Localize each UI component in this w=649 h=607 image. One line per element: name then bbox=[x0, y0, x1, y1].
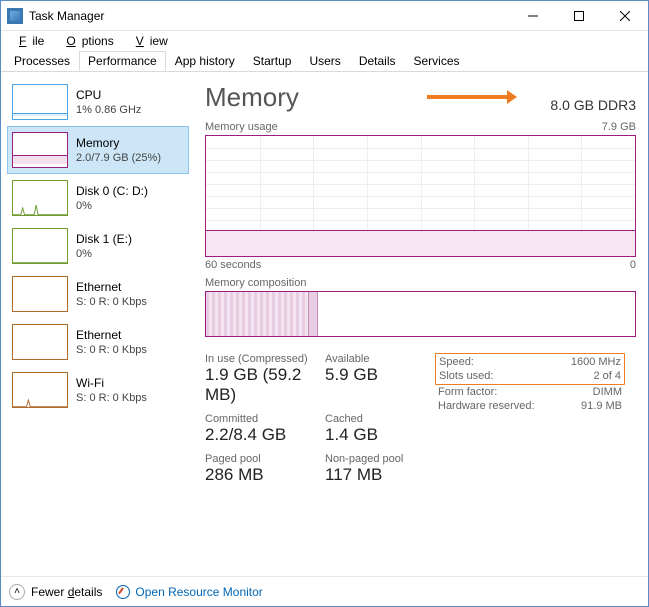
stat-nonpaged-value: 117 MB bbox=[325, 465, 425, 485]
stat-paged-label: Paged pool bbox=[205, 453, 325, 465]
detail-speed-label: Speed: bbox=[439, 356, 474, 368]
sidebar-item-label: Memory bbox=[76, 136, 161, 150]
sidebar-item-label: Disk 1 (E:) bbox=[76, 232, 132, 246]
minimize-button[interactable] bbox=[510, 1, 556, 31]
sidebar-item-wifi[interactable]: Wi-Fi S: 0 R: 0 Kbps bbox=[7, 366, 189, 414]
memory-usage-chart[interactable] bbox=[205, 135, 636, 257]
tab-strip: Processes Performance App history Startu… bbox=[1, 51, 648, 72]
sidebar-item-label: Ethernet bbox=[76, 328, 147, 342]
detail-slots-label: Slots used: bbox=[439, 370, 493, 382]
sidebar-item-sub: S: 0 R: 0 Kbps bbox=[76, 392, 147, 404]
chevron-up-icon: ˄ bbox=[9, 584, 25, 600]
menu-file[interactable]: File bbox=[7, 33, 50, 49]
resource-monitor-label: Open Resource Monitor bbox=[135, 585, 262, 599]
stat-inuse-value: 1.9 GB (59.2 MB) bbox=[205, 365, 325, 405]
stats-area: In use (Compressed)1.9 GB (59.2 MB) Avai… bbox=[205, 353, 636, 493]
memory-details: Speed: 1600 MHz Slots used: 2 of 4 Form fa… bbox=[435, 353, 625, 493]
usage-chart-max: 7.9 GB bbox=[602, 121, 636, 133]
stat-committed-value: 2.2/8.4 GB bbox=[205, 425, 325, 445]
composition-label: Memory composition bbox=[205, 277, 636, 289]
sidebar-item-label: Disk 0 (C: D:) bbox=[76, 184, 148, 198]
close-button[interactable] bbox=[602, 1, 648, 31]
resource-monitor-icon bbox=[116, 585, 130, 599]
sidebar-item-label: Ethernet bbox=[76, 280, 147, 294]
stat-nonpaged-label: Non-paged pool bbox=[325, 453, 425, 465]
stat-paged-value: 286 MB bbox=[205, 465, 325, 485]
sidebar-item-disk1[interactable]: Disk 1 (E:) 0% bbox=[7, 222, 189, 270]
sidebar-item-cpu[interactable]: CPU 1% 0.86 GHz bbox=[7, 78, 189, 126]
disk-thumb-icon bbox=[12, 180, 68, 216]
tab-details[interactable]: Details bbox=[350, 51, 405, 71]
sidebar-item-sub: S: 0 R: 0 Kbps bbox=[76, 344, 147, 356]
tab-startup[interactable]: Startup bbox=[244, 51, 301, 71]
stat-available-value: 5.9 GB bbox=[325, 365, 425, 385]
page-title: Memory bbox=[205, 82, 299, 113]
tab-services[interactable]: Services bbox=[405, 51, 469, 71]
sidebar-item-label: CPU bbox=[76, 88, 141, 102]
net-thumb-icon bbox=[12, 372, 68, 408]
content-area: CPU 1% 0.86 GHz Memory 2.0/7.9 GB (25%) Di… bbox=[1, 72, 648, 576]
title-bar: Task Manager bbox=[1, 1, 648, 31]
stat-inuse-label: In use (Compressed) bbox=[205, 353, 325, 365]
sidebar-item-sub: S: 0 R: 0 Kbps bbox=[76, 296, 147, 308]
footer: ˄ Fewer details Open Resource Monitor bbox=[1, 576, 648, 606]
usage-chart-label: Memory usage bbox=[205, 121, 278, 133]
sidebar-item-sub: 2.0/7.9 GB (25%) bbox=[76, 152, 161, 164]
net-thumb-icon bbox=[12, 276, 68, 312]
sidebar-item-disk0[interactable]: Disk 0 (C: D:) 0% bbox=[7, 174, 189, 222]
stat-cached-value: 1.4 GB bbox=[325, 425, 425, 445]
cpu-thumb-icon bbox=[12, 84, 68, 120]
window-title: Task Manager bbox=[29, 9, 104, 23]
chart-time-left: 60 seconds bbox=[205, 259, 261, 271]
tab-users[interactable]: Users bbox=[300, 51, 349, 71]
sidebar-item-label: Wi-Fi bbox=[76, 376, 147, 390]
tab-app-history[interactable]: App history bbox=[166, 51, 244, 71]
chart-time-right: 0 bbox=[630, 259, 636, 271]
annotation-highlight-box: Speed: 1600 MHz Slots used: 2 of 4 bbox=[435, 353, 625, 385]
menu-options[interactable]: Options bbox=[54, 33, 119, 49]
sidebar-item-ethernet[interactable]: Ethernet S: 0 R: 0 Kbps bbox=[7, 270, 189, 318]
memory-capacity: 8.0 GB DDR3 bbox=[550, 97, 636, 113]
sidebar-item-sub: 1% 0.86 GHz bbox=[76, 104, 141, 116]
net-thumb-icon bbox=[12, 324, 68, 360]
memory-composition-chart[interactable] bbox=[205, 291, 636, 337]
detail-form-label: Form factor: bbox=[438, 386, 497, 398]
sidebar-item-sub: 0% bbox=[76, 200, 92, 212]
stat-cached-label: Cached bbox=[325, 413, 425, 425]
menu-bar: File Options View bbox=[1, 31, 648, 51]
fewer-details-button[interactable]: ˄ Fewer details bbox=[9, 584, 102, 600]
detail-reserved-value: 91.9 MB bbox=[581, 400, 622, 412]
stat-committed-label: Committed bbox=[205, 413, 325, 425]
tab-performance[interactable]: Performance bbox=[79, 51, 166, 71]
memory-thumb-icon bbox=[12, 132, 68, 168]
disk-thumb-icon bbox=[12, 228, 68, 264]
sidebar-item-memory[interactable]: Memory 2.0/7.9 GB (25%) bbox=[7, 126, 189, 174]
stat-available-label: Available bbox=[325, 353, 425, 365]
app-icon bbox=[7, 8, 23, 24]
tab-processes[interactable]: Processes bbox=[5, 51, 79, 71]
detail-form-value: DIMM bbox=[593, 386, 622, 398]
main-panel: Memory 8.0 GB DDR3 Memory usage 7.9 GB 6… bbox=[189, 78, 642, 570]
detail-reserved-label: Hardware reserved: bbox=[438, 400, 535, 412]
sidebar-item-sub: 0% bbox=[76, 248, 92, 260]
sidebar: CPU 1% 0.86 GHz Memory 2.0/7.9 GB (25%) Di… bbox=[7, 78, 189, 570]
menu-view[interactable]: View bbox=[124, 33, 174, 49]
maximize-button[interactable] bbox=[556, 1, 602, 31]
open-resource-monitor-link[interactable]: Open Resource Monitor bbox=[116, 585, 262, 599]
annotation-arrow-icon bbox=[427, 88, 517, 111]
sidebar-item-ethernet-2[interactable]: Ethernet S: 0 R: 0 Kbps bbox=[7, 318, 189, 366]
detail-slots-value: 2 of 4 bbox=[593, 370, 621, 382]
detail-speed-value: 1600 MHz bbox=[571, 356, 621, 368]
